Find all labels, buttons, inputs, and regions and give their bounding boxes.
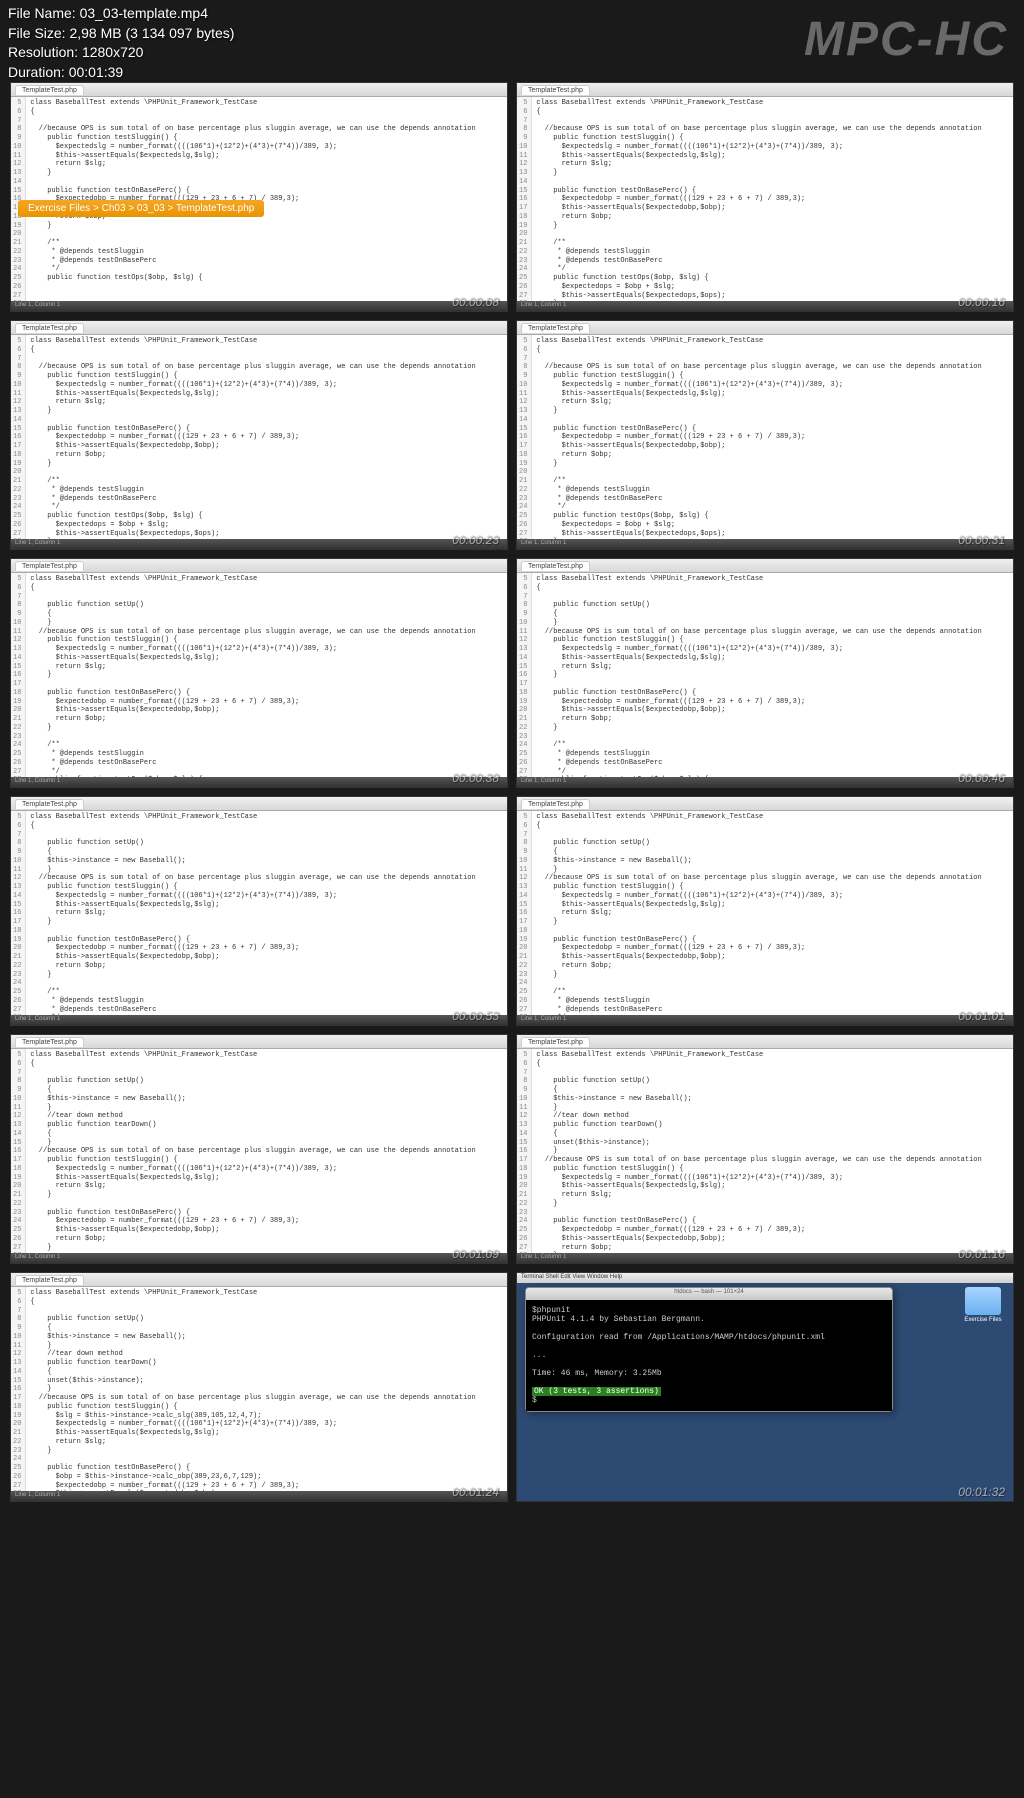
thumbnail-4[interactable]: TemplateTest.php 5 6 7 8 9 10 11 12 13 1… xyxy=(516,320,1014,550)
editor-status-bar: Line 1, Column 1 xyxy=(11,301,507,311)
thumbnail-11[interactable]: TemplateTest.php 5 6 7 8 9 10 11 12 13 1… xyxy=(10,1272,508,1502)
app-watermark: MPC-HC xyxy=(804,12,1008,67)
thumbnail-grid: TemplateTest.php 5 6 7 8 9 10 11 12 13 1… xyxy=(0,0,1024,1512)
timestamp: 00:00:08 xyxy=(452,295,499,309)
thumbnail-12-terminal[interactable]: Terminal Shell Edit View Window Help htd… xyxy=(516,1272,1014,1502)
file-metadata: File Name: 03_03-template.mp4 File Size:… xyxy=(8,4,234,82)
thumbnail-6[interactable]: TemplateTest.php 5 6 7 8 9 10 11 12 13 1… xyxy=(516,558,1014,788)
line-gutter: 5 6 7 8 9 10 11 12 13 14 15 16 17 18 19 … xyxy=(11,97,26,301)
mac-menubar: Terminal Shell Edit View Window Help xyxy=(517,1273,1013,1283)
breadcrumb: Exercise Files > Ch03 > 03_03 > Template… xyxy=(18,200,264,217)
terminal-window[interactable]: htdocs — bash — 101×24 $phpunit PHPUnit … xyxy=(525,1287,893,1412)
thumbnail-10[interactable]: TemplateTest.php 5 6 7 8 9 10 11 12 13 1… xyxy=(516,1034,1014,1264)
editor-tab-bar: TemplateTest.php xyxy=(11,83,507,97)
folder-icon xyxy=(965,1287,1001,1315)
terminal-output: $phpunit PHPUnit 4.1.4 by Sebastian Berg… xyxy=(526,1300,892,1411)
thumbnail-7[interactable]: TemplateTest.php 5 6 7 8 9 10 11 12 13 1… xyxy=(10,796,508,1026)
code-content: class BaseballTest extends \PHPUnit_Fram… xyxy=(26,97,479,301)
terminal-title: htdocs — bash — 101×24 xyxy=(526,1288,892,1300)
folder-label: Exercise Files xyxy=(963,1317,1003,1323)
thumbnail-9[interactable]: TemplateTest.php 5 6 7 8 9 10 11 12 13 1… xyxy=(10,1034,508,1264)
desktop-folder[interactable]: Exercise Files xyxy=(963,1287,1003,1323)
thumbnail-2[interactable]: TemplateTest.php 5 6 7 8 9 10 11 12 13 1… xyxy=(516,82,1014,312)
thumbnail-1[interactable]: TemplateTest.php 5 6 7 8 9 10 11 12 13 1… xyxy=(10,82,508,312)
thumbnail-3[interactable]: TemplateTest.php 5 6 7 8 9 10 11 12 13 1… xyxy=(10,320,508,550)
thumbnail-5[interactable]: TemplateTest.php 5 6 7 8 9 10 11 12 13 1… xyxy=(10,558,508,788)
thumbnail-8[interactable]: TemplateTest.php 5 6 7 8 9 10 11 12 13 1… xyxy=(516,796,1014,1026)
